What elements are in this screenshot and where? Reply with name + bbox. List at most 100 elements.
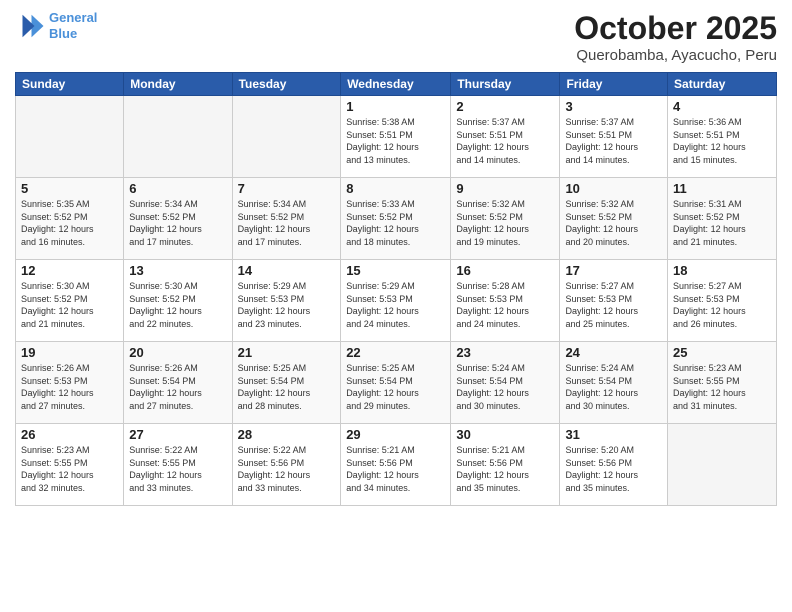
- calendar-cell: 4 Sunrise: 5:36 AM Sunset: 5:51 PM Daylig…: [668, 96, 777, 178]
- day-info: Sunrise: 5:29 AM Sunset: 5:53 PM Dayligh…: [238, 280, 336, 330]
- day-number: 18: [673, 263, 771, 278]
- day-info: Sunrise: 5:22 AM Sunset: 5:55 PM Dayligh…: [129, 444, 226, 494]
- logo-line1: General: [49, 10, 97, 25]
- day-info: Sunrise: 5:32 AM Sunset: 5:52 PM Dayligh…: [565, 198, 662, 248]
- calendar-cell: 29 Sunrise: 5:21 AM Sunset: 5:56 PM Dayli…: [341, 424, 451, 506]
- day-number: 29: [346, 427, 445, 442]
- header: General Blue October 2025 Querobamba, Ay…: [15, 10, 777, 64]
- week-row: 19 Sunrise: 5:26 AM Sunset: 5:53 PM Dayli…: [16, 342, 777, 424]
- day-number: 8: [346, 181, 445, 196]
- calendar-cell: 24 Sunrise: 5:24 AM Sunset: 5:54 PM Dayli…: [560, 342, 668, 424]
- day-number: 1: [346, 99, 445, 114]
- calendar-cell: 3 Sunrise: 5:37 AM Sunset: 5:51 PM Daylig…: [560, 96, 668, 178]
- day-number: 4: [673, 99, 771, 114]
- day-info: Sunrise: 5:37 AM Sunset: 5:51 PM Dayligh…: [565, 116, 662, 166]
- day-info: Sunrise: 5:30 AM Sunset: 5:52 PM Dayligh…: [129, 280, 226, 330]
- calendar-cell: 19 Sunrise: 5:26 AM Sunset: 5:53 PM Dayli…: [16, 342, 124, 424]
- calendar-cell: 31 Sunrise: 5:20 AM Sunset: 5:56 PM Dayli…: [560, 424, 668, 506]
- calendar-cell: 9Sunrise: 5:32 AM Sunset: 5:52 PM Daylig…: [451, 178, 560, 260]
- day-info: Sunrise: 5:38 AM Sunset: 5:51 PM Dayligh…: [346, 116, 445, 166]
- calendar-cell: 25 Sunrise: 5:23 AM Sunset: 5:55 PM Dayli…: [668, 342, 777, 424]
- day-number: 12: [21, 263, 118, 278]
- calendar-cell: 12 Sunrise: 5:30 AM Sunset: 5:52 PM Dayli…: [16, 260, 124, 342]
- day-info: Sunrise: 5:34 AM Sunset: 5:52 PM Dayligh…: [129, 198, 226, 248]
- day-info: Sunrise: 5:29 AM Sunset: 5:53 PM Dayligh…: [346, 280, 445, 330]
- calendar-cell: 20 Sunrise: 5:26 AM Sunset: 5:54 PM Dayli…: [124, 342, 232, 424]
- week-row: 26 Sunrise: 5:23 AM Sunset: 5:55 PM Dayli…: [16, 424, 777, 506]
- day-number: 13: [129, 263, 226, 278]
- day-info: Sunrise: 5:21 AM Sunset: 5:56 PM Dayligh…: [346, 444, 445, 494]
- day-number: 19: [21, 345, 118, 360]
- calendar-cell: [16, 96, 124, 178]
- calendar-cell: 14 Sunrise: 5:29 AM Sunset: 5:53 PM Dayli…: [232, 260, 341, 342]
- day-number: 31: [565, 427, 662, 442]
- calendar-cell: 10 Sunrise: 5:32 AM Sunset: 5:52 PM Dayli…: [560, 178, 668, 260]
- weekday-header: Sunday: [16, 73, 124, 96]
- weekday-header: Wednesday: [341, 73, 451, 96]
- day-number: 21: [238, 345, 336, 360]
- day-info: Sunrise: 5:28 AM Sunset: 5:53 PM Dayligh…: [456, 280, 554, 330]
- day-number: 3: [565, 99, 662, 114]
- day-number: 5: [21, 181, 118, 196]
- day-info: Sunrise: 5:34 AM Sunset: 5:52 PM Dayligh…: [238, 198, 336, 248]
- weekday-header: Friday: [560, 73, 668, 96]
- calendar-cell: 22Sunrise: 5:25 AM Sunset: 5:54 PM Dayli…: [341, 342, 451, 424]
- day-info: Sunrise: 5:26 AM Sunset: 5:54 PM Dayligh…: [129, 362, 226, 412]
- day-info: Sunrise: 5:25 AM Sunset: 5:54 PM Dayligh…: [238, 362, 336, 412]
- calendar-cell: 30Sunrise: 5:21 AM Sunset: 5:56 PM Dayli…: [451, 424, 560, 506]
- day-info: Sunrise: 5:35 AM Sunset: 5:52 PM Dayligh…: [21, 198, 118, 248]
- logo-icon: [15, 11, 45, 41]
- logo-text: General Blue: [49, 10, 97, 41]
- day-info: Sunrise: 5:22 AM Sunset: 5:56 PM Dayligh…: [238, 444, 336, 494]
- weekday-header: Thursday: [451, 73, 560, 96]
- day-number: 20: [129, 345, 226, 360]
- day-number: 6: [129, 181, 226, 196]
- day-info: Sunrise: 5:37 AM Sunset: 5:51 PM Dayligh…: [456, 116, 554, 166]
- day-number: 23: [456, 345, 554, 360]
- day-number: 24: [565, 345, 662, 360]
- calendar-cell: 11Sunrise: 5:31 AM Sunset: 5:52 PM Dayli…: [668, 178, 777, 260]
- day-info: Sunrise: 5:26 AM Sunset: 5:53 PM Dayligh…: [21, 362, 118, 412]
- calendar-cell: 13 Sunrise: 5:30 AM Sunset: 5:52 PM Dayli…: [124, 260, 232, 342]
- weekday-header: Monday: [124, 73, 232, 96]
- day-number: 7: [238, 181, 336, 196]
- day-info: Sunrise: 5:36 AM Sunset: 5:51 PM Dayligh…: [673, 116, 771, 166]
- weekday-header: Tuesday: [232, 73, 341, 96]
- calendar-cell: 18 Sunrise: 5:27 AM Sunset: 5:53 PM Dayli…: [668, 260, 777, 342]
- week-row: 5 Sunrise: 5:35 AM Sunset: 5:52 PM Daylig…: [16, 178, 777, 260]
- calendar-cell: [668, 424, 777, 506]
- day-number: 14: [238, 263, 336, 278]
- calendar-cell: 5 Sunrise: 5:35 AM Sunset: 5:52 PM Daylig…: [16, 178, 124, 260]
- day-number: 9: [456, 181, 554, 196]
- calendar-cell: 21 Sunrise: 5:25 AM Sunset: 5:54 PM Dayli…: [232, 342, 341, 424]
- day-info: Sunrise: 5:27 AM Sunset: 5:53 PM Dayligh…: [565, 280, 662, 330]
- calendar-cell: 7 Sunrise: 5:34 AM Sunset: 5:52 PM Daylig…: [232, 178, 341, 260]
- weekday-header: Saturday: [668, 73, 777, 96]
- day-number: 28: [238, 427, 336, 442]
- calendar-cell: 1 Sunrise: 5:38 AM Sunset: 5:51 PM Daylig…: [341, 96, 451, 178]
- subtitle: Querobamba, Ayacucho, Peru: [574, 47, 777, 64]
- day-info: Sunrise: 5:33 AM Sunset: 5:52 PM Dayligh…: [346, 198, 445, 248]
- day-info: Sunrise: 5:23 AM Sunset: 5:55 PM Dayligh…: [21, 444, 118, 494]
- week-row: 12 Sunrise: 5:30 AM Sunset: 5:52 PM Dayli…: [16, 260, 777, 342]
- day-info: Sunrise: 5:24 AM Sunset: 5:54 PM Dayligh…: [565, 362, 662, 412]
- day-number: 15: [346, 263, 445, 278]
- page: General Blue October 2025 Querobamba, Ay…: [0, 0, 792, 612]
- calendar-cell: [232, 96, 341, 178]
- day-number: 25: [673, 345, 771, 360]
- weekday-header-row: SundayMondayTuesdayWednesdayThursdayFrid…: [16, 73, 777, 96]
- calendar-cell: 23Sunrise: 5:24 AM Sunset: 5:54 PM Dayli…: [451, 342, 560, 424]
- logo: General Blue: [15, 10, 97, 41]
- day-info: Sunrise: 5:27 AM Sunset: 5:53 PM Dayligh…: [673, 280, 771, 330]
- logo-line2: Blue: [49, 26, 77, 41]
- day-info: Sunrise: 5:23 AM Sunset: 5:55 PM Dayligh…: [673, 362, 771, 412]
- day-info: Sunrise: 5:20 AM Sunset: 5:56 PM Dayligh…: [565, 444, 662, 494]
- day-info: Sunrise: 5:30 AM Sunset: 5:52 PM Dayligh…: [21, 280, 118, 330]
- calendar-cell: 15 Sunrise: 5:29 AM Sunset: 5:53 PM Dayli…: [341, 260, 451, 342]
- day-number: 11: [673, 181, 771, 196]
- day-number: 10: [565, 181, 662, 196]
- day-number: 26: [21, 427, 118, 442]
- calendar-cell: 27Sunrise: 5:22 AM Sunset: 5:55 PM Dayli…: [124, 424, 232, 506]
- day-number: 2: [456, 99, 554, 114]
- calendar-cell: 2 Sunrise: 5:37 AM Sunset: 5:51 PM Daylig…: [451, 96, 560, 178]
